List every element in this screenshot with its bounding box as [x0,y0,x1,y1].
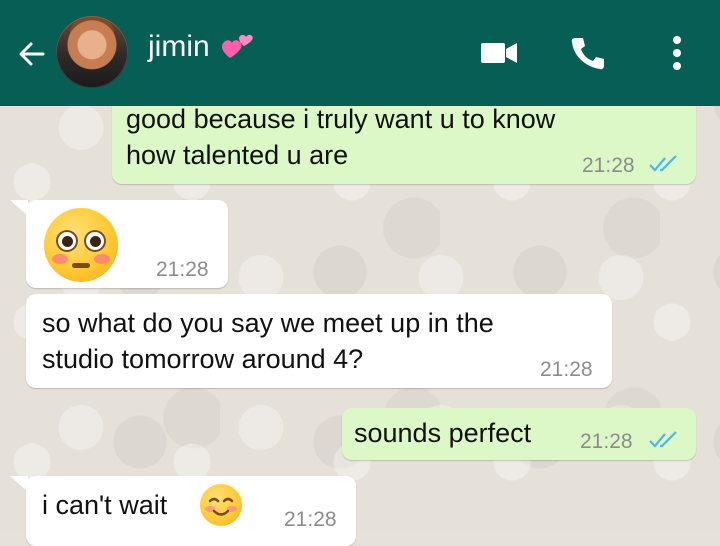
message-bubble-incoming[interactable]: 21:28 [26,200,228,288]
contact-name: jimin [148,30,210,63]
message-text: how talented u are [126,140,349,170]
phone-icon [571,38,604,70]
contact-avatar[interactable] [56,16,128,88]
message-time: 21:28 [582,154,635,177]
flushed-face-icon [44,208,118,282]
message-text: good because i truly want u to know [126,104,556,134]
voice-call-button[interactable] [564,30,610,76]
more-options-button[interactable] [654,30,700,76]
arrow-left-icon [19,42,45,66]
more-vert-icon [673,36,681,70]
message-bubble-outgoing[interactable]: sounds perfect 21:28 [342,408,696,460]
message-text: studio tomorrow around 4? [42,344,364,374]
read-receipt-icon [649,431,677,448]
message-time: 21:28 [580,430,633,453]
message-text: i can't wait [42,490,168,520]
two-hearts-icon [221,34,253,58]
chat-header: jimin [0,0,720,106]
message-time: 21:28 [284,508,337,531]
message-time: 21:28 [540,358,593,381]
smiling-face-icon [200,484,242,526]
message-text: sounds perfect [354,418,532,448]
message-time: 21:28 [156,258,209,281]
back-button[interactable] [12,34,52,74]
video-call-button[interactable] [476,30,522,76]
message-bubble-incoming[interactable]: i can't wait 21:28 [26,476,356,546]
contact-title[interactable]: jimin [148,30,254,64]
message-text: so what do you say we meet up in the [42,308,494,338]
video-call-icon [481,43,517,63]
message-bubble-incoming[interactable]: so what do you say we meet up in the stu… [26,294,612,388]
read-receipt-icon [649,155,677,172]
